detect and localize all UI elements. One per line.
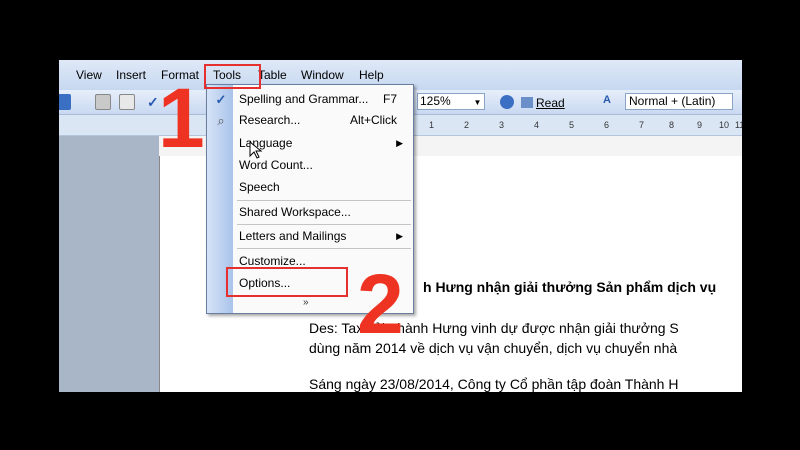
menu-separator <box>237 248 411 249</box>
read-icon <box>521 97 533 108</box>
menu-help[interactable]: Help <box>359 68 384 82</box>
read-label: Read <box>536 96 565 110</box>
print-preview-icon[interactable] <box>119 94 135 110</box>
menu-item-label: Spelling and Grammar... <box>239 92 369 106</box>
ruler-tick: 5 <box>569 120 575 130</box>
ruler-tick: 2 <box>464 120 470 130</box>
print-icon[interactable] <box>95 94 111 110</box>
menu-item-label: Research... <box>239 113 301 127</box>
read-button[interactable]: Read <box>521 96 565 110</box>
menu-item-research[interactable]: Research... Alt+Click <box>239 110 407 130</box>
ruler-tick: 7 <box>639 120 645 130</box>
save-icon[interactable] <box>59 94 71 110</box>
chevron-down-icon: ▼ <box>473 98 482 107</box>
ruler-tick: 3 <box>499 120 505 130</box>
menu-table[interactable]: Table <box>258 68 287 82</box>
menu-item-label: Language <box>239 136 293 150</box>
ruler-tick: 9 <box>697 120 703 130</box>
zoom-value: 125% <box>420 94 451 108</box>
ruler-tick: 11 <box>735 120 742 130</box>
step-1-label: 1 <box>158 71 205 165</box>
menu-item-spelling[interactable]: Spelling and Grammar... F7 <box>239 89 407 109</box>
menu-item-letters-mailings[interactable]: Letters and Mailings ▶ <box>239 226 407 246</box>
tools-highlight-box <box>204 64 261 89</box>
ruler-tick: 8 <box>669 120 675 130</box>
menu-item-shortcut: F7 <box>382 92 397 106</box>
spellcheck-icon: ✓ <box>215 92 227 107</box>
menu-item-label: Customize... <box>239 254 306 268</box>
menu-insert[interactable]: Insert <box>116 68 146 82</box>
style-value: Normal + (Latin) <box>629 94 716 108</box>
menu-view[interactable]: View <box>76 68 102 82</box>
document-title: h Hưng nhận giải thưởng Sản phẩm dịch vụ <box>423 279 717 295</box>
menu-item-shortcut: Alt+Click <box>349 113 397 127</box>
menu-item-label: Word Count... <box>239 158 313 172</box>
ruler-tick: 10 <box>719 120 730 130</box>
menu-item-word-count[interactable]: Word Count... <box>239 155 407 175</box>
expand-menu-icon[interactable]: » <box>303 297 309 308</box>
menu-item-label: Speech <box>239 180 280 194</box>
options-highlight-box <box>226 267 348 297</box>
document-paragraph-line: Sáng ngày 23/08/2014, Công ty Cổ phần tậ… <box>309 376 679 392</box>
menu-item-speech[interactable]: Speech <box>239 177 407 197</box>
workspace-margin <box>59 136 159 392</box>
menu-window[interactable]: Window <box>301 68 344 82</box>
zoom-select[interactable]: 125% ▼ <box>417 93 485 110</box>
menu-item-label: Shared Workspace... <box>239 205 351 219</box>
step-2-label: 2 <box>357 257 404 351</box>
style-select[interactable]: Normal + (Latin) <box>625 93 733 110</box>
ruler-tick: 1 <box>429 120 435 130</box>
research-icon: ⌕ <box>217 113 225 128</box>
mouse-pointer-icon <box>249 140 263 159</box>
submenu-arrow-icon: ▶ <box>396 231 403 241</box>
menu-separator <box>237 224 411 225</box>
help-icon[interactable] <box>500 95 514 109</box>
styles-pane-icon[interactable]: A <box>603 94 619 110</box>
menu-item-language[interactable]: Language ▶ <box>239 133 407 153</box>
ruler-tick: 6 <box>604 120 610 130</box>
submenu-arrow-icon: ▶ <box>396 138 403 148</box>
menu-separator <box>237 200 411 201</box>
menu-item-label: Letters and Mailings <box>239 229 347 243</box>
ruler-tick: 4 <box>534 120 540 130</box>
menu-item-shared-workspace[interactable]: Shared Workspace... <box>239 202 407 222</box>
